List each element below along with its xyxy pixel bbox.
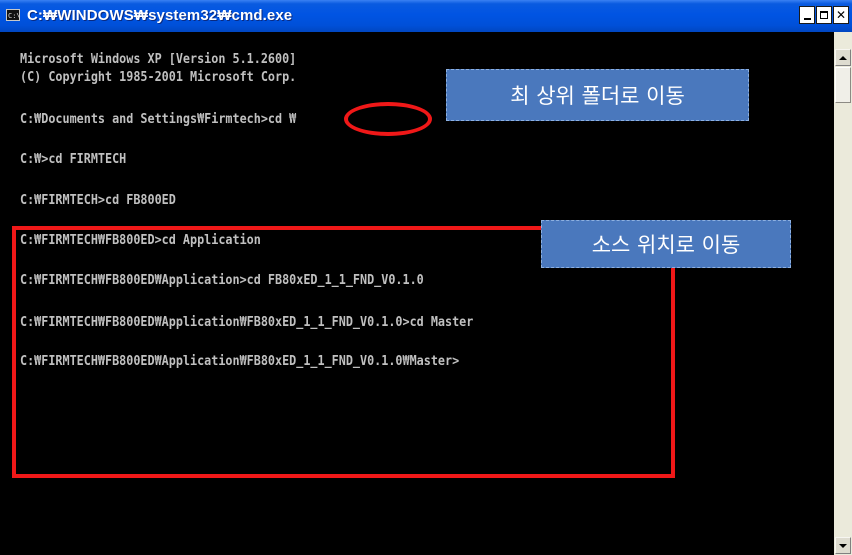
maximize-icon <box>820 11 828 19</box>
cmd-app-icon[interactable]: C:\ <box>6 9 21 21</box>
callout-move-to-source: 소스 위치로 이동 <box>541 220 791 268</box>
console-line-version: Microsoft Windows XP [Version 5.1.2600] <box>20 52 297 67</box>
minimize-button[interactable] <box>799 6 815 24</box>
console-line-cd-root: C:₩Documents and Settings₩Firmtech>cd ₩ <box>20 112 297 127</box>
cmd-window: C:\ C:₩WINDOWS₩system32₩cmd.exe ✕ Micros… <box>0 0 852 555</box>
scroll-thumb[interactable] <box>835 67 851 103</box>
window-title: C:₩WINDOWS₩system32₩cmd.exe <box>27 7 293 24</box>
console-line-cd-firmtech: C:₩>cd FIRMTECH <box>20 152 127 167</box>
arrow-down-icon <box>839 543 847 548</box>
close-button[interactable]: ✕ <box>833 6 849 24</box>
scroll-down-button[interactable] <box>835 537 851 554</box>
minimize-icon <box>803 17 811 20</box>
vertical-scrollbar[interactable] <box>834 32 852 555</box>
title-bar[interactable]: C:\ C:₩WINDOWS₩system32₩cmd.exe ✕ <box>0 0 852 32</box>
callout-move-to-top-folder: 최 상위 폴더로 이동 <box>446 69 749 121</box>
arrow-up-icon <box>839 55 847 60</box>
close-icon: ✕ <box>835 8 847 22</box>
scroll-up-button[interactable] <box>835 49 851 66</box>
console-line-copyright: (C) Copyright 1985-2001 Microsoft Corp. <box>20 70 297 85</box>
console-line-cd-fb800ed: C:₩FIRMTECH>cd FB800ED <box>20 193 176 208</box>
maximize-button[interactable] <box>816 6 832 24</box>
highlight-circle <box>344 102 432 136</box>
